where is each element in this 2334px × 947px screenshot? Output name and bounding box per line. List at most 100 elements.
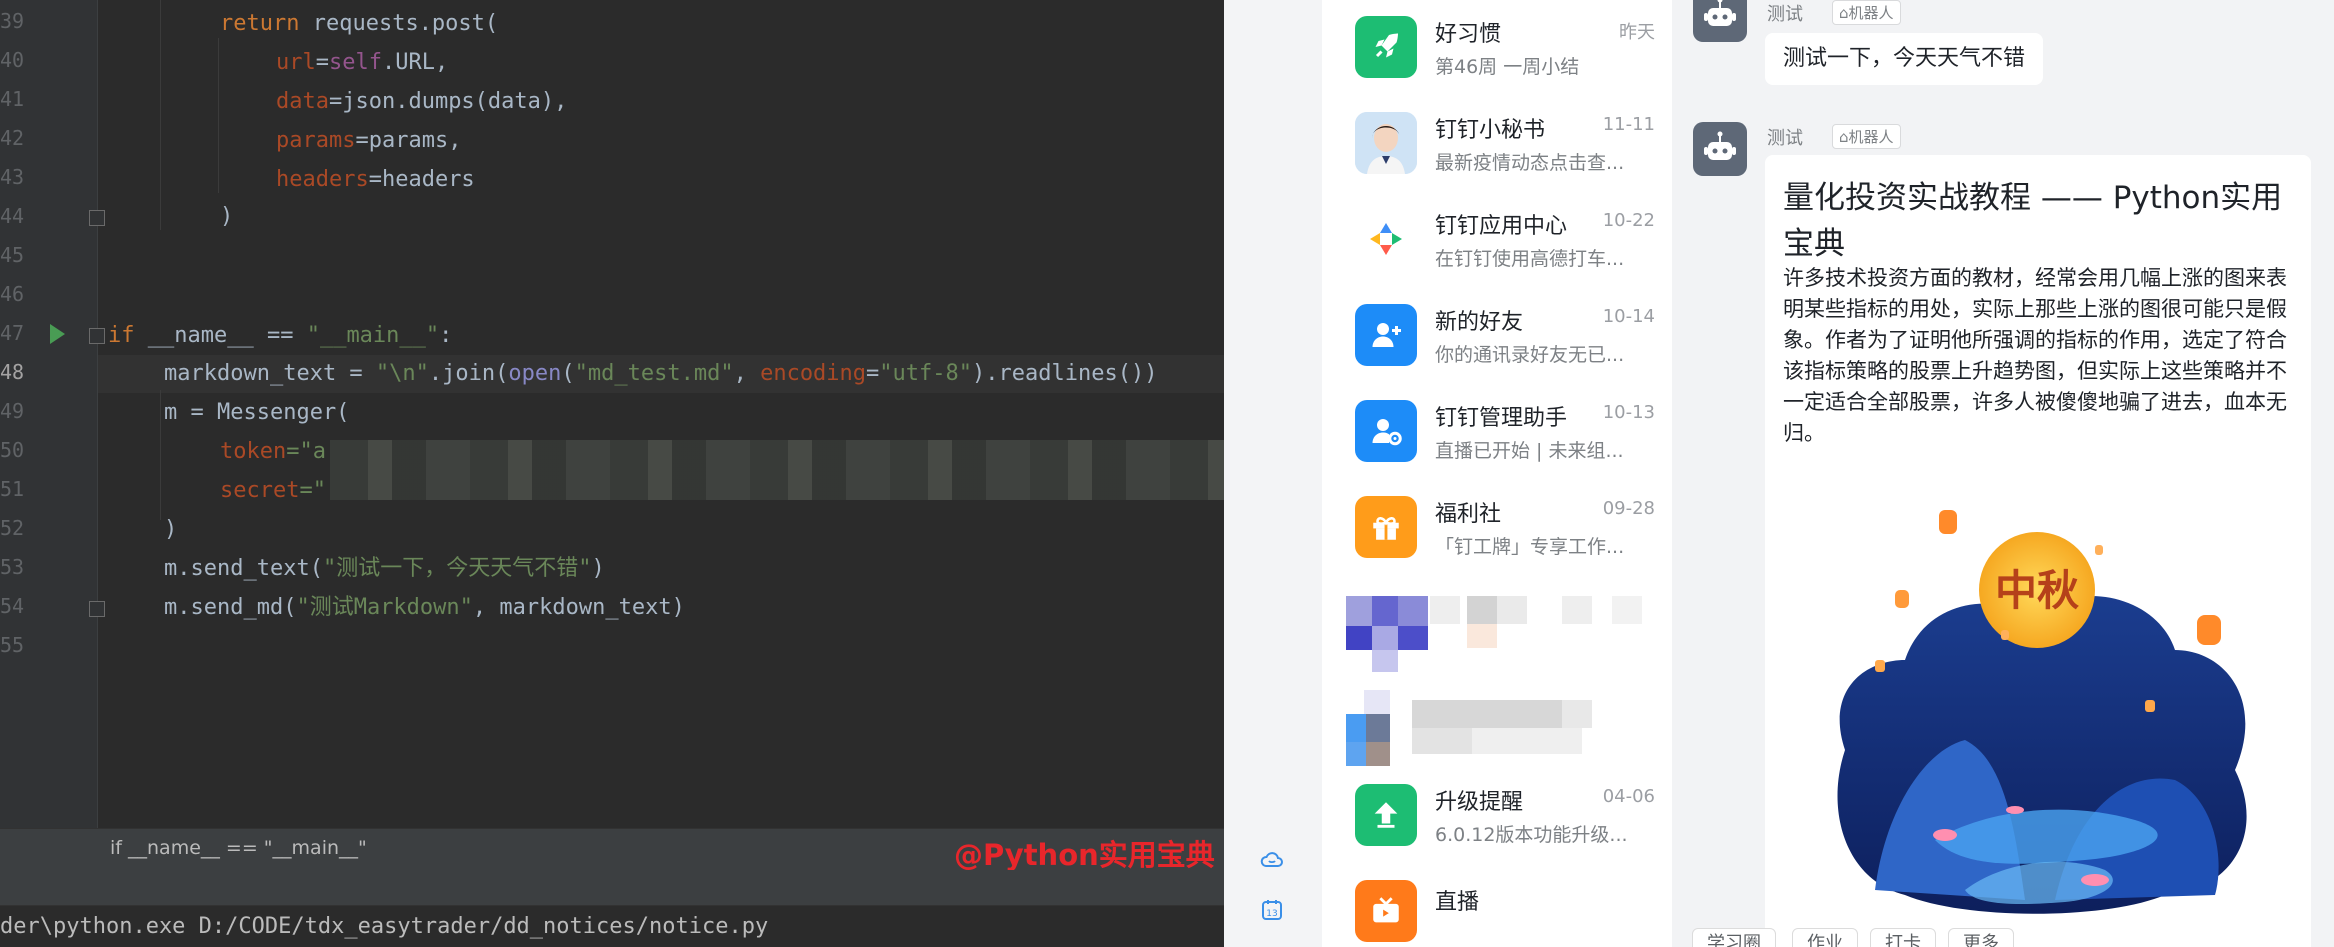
line-number: 47: [0, 321, 25, 345]
line-number: 41: [0, 87, 25, 111]
code-line-41[interactable]: data=json.dumps(data),: [276, 83, 567, 121]
mid-autumn-illustration[interactable]: 中秋: [1805, 510, 2275, 930]
dunder-name: __name__: [147, 323, 254, 348]
line-number: 54: [0, 594, 25, 618]
conversation-preview: 6.0.12版本功能升级...: [1435, 824, 1628, 846]
code-text: requests.post(: [299, 11, 499, 36]
param: secret: [220, 478, 300, 503]
code-line-54[interactable]: m.send_md("测试Markdown", markdown_text): [164, 589, 685, 627]
param: headers: [276, 167, 369, 192]
run-console[interactable]: der\python.exe D:/CODE/tdx_easytrader/dd…: [0, 905, 1224, 947]
code-line-43[interactable]: headers=headers: [276, 161, 475, 199]
string-literal: "测试Markdown": [296, 595, 473, 620]
markdown-message-card[interactable]: 量化投资实战教程 —— Python实用宝典 许多技术投资方面的教材，经常会用几…: [1765, 155, 2311, 947]
line-number: 53: [0, 555, 25, 579]
code-text: (: [561, 361, 575, 386]
watermark: @Python实用宝典: [954, 838, 1215, 872]
keyword: return: [220, 11, 300, 36]
code-text: .join(: [428, 361, 509, 386]
keyword: if: [108, 323, 135, 348]
conversation-name: 新的好友: [1435, 310, 1524, 335]
calendar-icon[interactable]: 13: [1260, 898, 1284, 922]
conversation-item[interactable]: 钉钉管理助手 直播已开始 | 未来组... 10-13: [1322, 384, 1672, 480]
code-line-44[interactable]: ): [220, 198, 233, 236]
code-text: ==: [253, 323, 307, 348]
live-tv-icon: [1355, 880, 1417, 942]
robot-tag-icon: ⌂: [1839, 4, 1849, 22]
tab-checkin[interactable]: 打卡: [1870, 928, 1936, 947]
tab-more[interactable]: 更多: [1948, 928, 2014, 947]
conversation-item[interactable]: 升级提醒 6.0.12版本功能升级... 04-06: [1322, 768, 1672, 864]
admin-assistant-icon: [1355, 400, 1417, 462]
text-message-bubble[interactable]: 测试一下，今天天气不错: [1765, 33, 2044, 85]
fold-icon[interactable]: [89, 601, 105, 617]
code-line-40[interactable]: url=self.URL,: [276, 44, 448, 82]
code-text: m.send_text(: [164, 556, 323, 581]
robot-avatar[interactable]: [1693, 122, 1747, 176]
redacted-token: [330, 440, 1224, 500]
string-literal: "__main__": [306, 323, 440, 348]
string-literal: "utf-8": [879, 361, 973, 386]
redacted-conversation[interactable]: [1322, 672, 1672, 768]
redacted-conversation[interactable]: [1322, 576, 1672, 672]
sender-name: 测试: [1767, 4, 1803, 25]
line-number: 45: [0, 243, 25, 267]
conversation-time: 10-14: [1602, 306, 1655, 327]
conversation-time: 10-13: [1602, 402, 1655, 423]
param: data: [276, 89, 329, 114]
code-text: ).readlines()): [972, 361, 1158, 386]
cloud-smile-icon[interactable]: [1260, 848, 1284, 872]
code-text: =: [866, 361, 880, 386]
conversation-item[interactable]: 好习惯 第46周 一周小结 昨天: [1322, 0, 1672, 96]
conversation-name: 好习惯: [1435, 22, 1502, 47]
line-number: 44: [0, 204, 25, 228]
sender-name: 测试: [1767, 128, 1803, 149]
conversation-preview: 第46周 一周小结: [1435, 56, 1580, 78]
code-text: .URL,: [381, 50, 449, 75]
code-line-48[interactable]: markdown_text = "\n".join(open("md_test.…: [164, 355, 1157, 393]
tab-study-circle[interactable]: 学习圈: [1692, 928, 1776, 947]
tab-homework[interactable]: 作业: [1792, 928, 1858, 947]
code-line-51[interactable]: secret=": [220, 472, 326, 510]
code-text: ,: [733, 361, 761, 386]
code-line-39[interactable]: return requests.post(: [220, 5, 498, 43]
conversation-item[interactable]: 钉钉小秘书 最新疫情动态点击查... 11-11: [1322, 96, 1672, 192]
chat-panel[interactable]: 测试 ⌂机器人 测试一下，今天天气不错 测试 ⌂机器人 量化投资实战教程 —— …: [1672, 0, 2334, 947]
code-line-50[interactable]: token="a: [220, 433, 326, 471]
conversation-time: 10-22: [1602, 210, 1655, 231]
fold-icon[interactable]: [89, 328, 105, 344]
conversation-time: 昨天: [1619, 22, 1655, 43]
code-line-42[interactable]: params=params,: [276, 122, 461, 160]
line-number: 40: [0, 48, 25, 72]
string-literal: ="a: [286, 439, 326, 464]
code-line-47[interactable]: if __name__ == "__main__":: [108, 317, 452, 355]
gift-icon: [1355, 496, 1417, 558]
conversation-preview: 「钉工牌」专享工作...: [1435, 536, 1625, 558]
robot-avatar[interactable]: [1693, 0, 1747, 42]
conversation-list[interactable]: 好习惯 第46周 一周小结 昨天 钉钉小秘书 最新疫情动态点击查... 11-1…: [1322, 0, 1673, 947]
param: token: [220, 439, 287, 464]
indent-guide: [218, 38, 219, 193]
conversation-preview: 在钉钉使用高德打车...: [1435, 248, 1625, 270]
code-line-53[interactable]: m.send_text("测试一下，今天天气不错"): [164, 550, 605, 588]
line-number: 46: [0, 282, 25, 306]
fold-icon[interactable]: [89, 210, 105, 226]
breadcrumb[interactable]: if __name__ == "__main__": [110, 837, 367, 859]
conversation-preview: 直播已开始 | 未来组...: [1435, 440, 1624, 462]
code-editor[interactable]: 39 40 41 42 43 44 45 46 47 48 49 50 51 5…: [0, 0, 1224, 947]
string-literal: =": [299, 478, 326, 503]
run-icon[interactable]: [50, 324, 65, 344]
code-line-49[interactable]: m = Messenger(: [164, 394, 349, 432]
conversation-name: 福利社: [1435, 502, 1502, 527]
line-number: 52: [0, 516, 25, 540]
conversation-item[interactable]: 直播: [1322, 864, 1672, 947]
conversation-item[interactable]: 钉钉应用中心 在钉钉使用高德打车... 10-22: [1322, 192, 1672, 288]
code-text: ): [591, 556, 605, 581]
conversation-item[interactable]: 新的好友 你的通讯录好友无已... 10-14: [1322, 288, 1672, 384]
code-line-52[interactable]: ): [164, 511, 177, 549]
line-number: 43: [0, 165, 25, 189]
conversation-item[interactable]: 福利社 「钉工牌」专享工作... 09-28: [1322, 480, 1672, 576]
conversation-time: 04-06: [1602, 786, 1655, 807]
code-text: =: [315, 50, 329, 75]
self-keyword: self: [329, 50, 382, 75]
